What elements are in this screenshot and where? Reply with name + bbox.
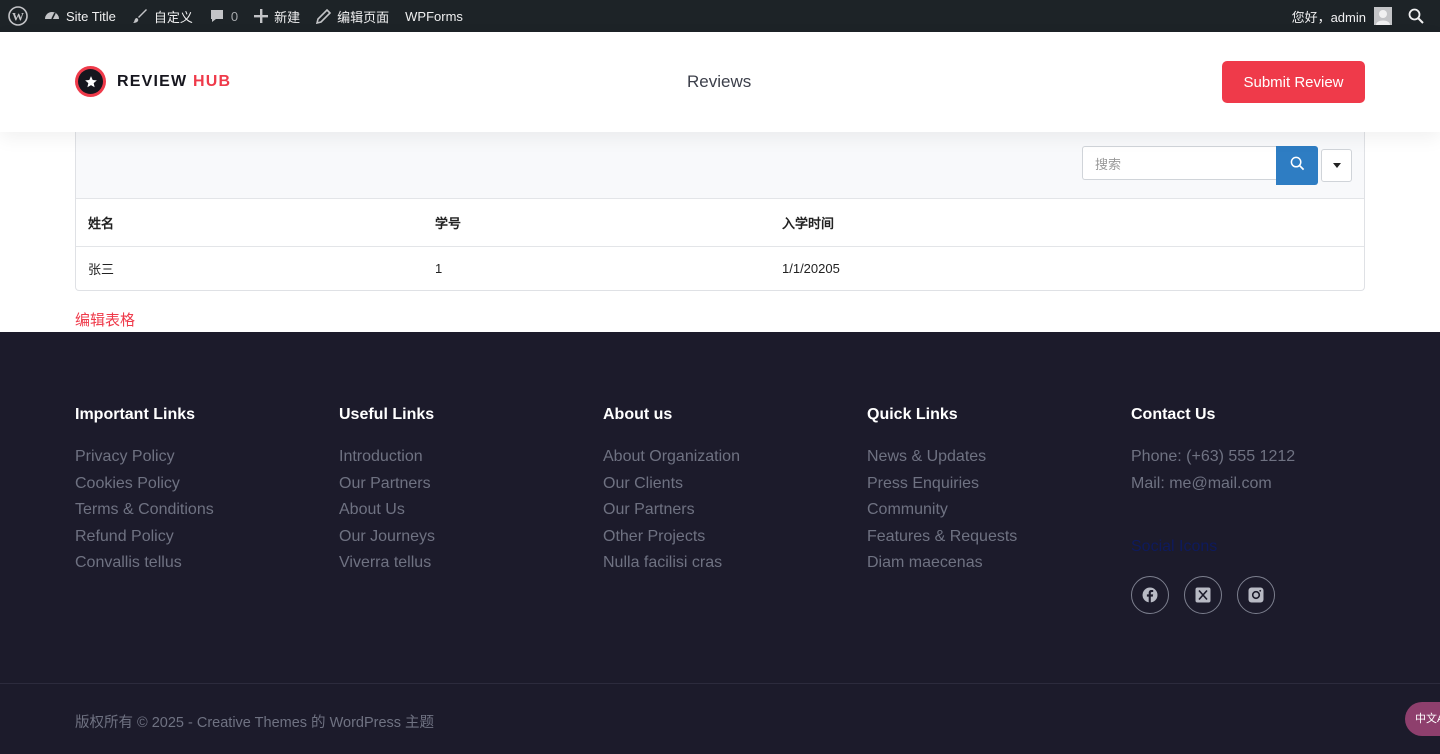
logo-accent: HUB <box>192 72 232 90</box>
table-toolbar: 搜索 <box>76 132 1364 199</box>
edit-page-label: 编辑页面 <box>337 9 390 25</box>
search-button[interactable] <box>1276 146 1318 185</box>
footer-heading: Important Links <box>75 406 196 423</box>
column-header-name[interactable]: 姓名 <box>76 213 423 232</box>
footer-link[interactable]: Viverra tellus <box>339 550 435 577</box>
table-cell: 1 <box>435 261 443 276</box>
footer-column-quick-links: Quick Links News & Updates Press Enquiri… <box>867 406 1017 577</box>
wordpress-logo-icon[interactable]: W <box>0 0 36 32</box>
admin-search-icon[interactable] <box>1400 0 1440 32</box>
star-logo-icon <box>75 66 106 97</box>
x-icon[interactable] <box>1184 576 1222 614</box>
translate-button[interactable]: 中文A <box>1405 702 1440 736</box>
footer-link[interactable]: Other Projects <box>603 524 740 551</box>
footer-column-contact-us: Contact Us Phone: (+63) 555 1212 Mail: m… <box>1131 406 1295 497</box>
footer-column-important-links: Important Links Privacy Policy Cookies P… <box>75 406 214 577</box>
table-search-input[interactable]: 搜索 <box>1082 146 1277 180</box>
footer-link[interactable]: Convallis tellus <box>75 550 214 577</box>
footer-link[interactable]: Introduction <box>339 444 435 471</box>
site-header: REVIEW HUB Reviews Submit Review <box>0 32 1440 132</box>
new-content-label: 新建 <box>274 9 301 25</box>
footer-link[interactable]: Nulla facilisi cras <box>603 550 740 577</box>
instagram-icon[interactable] <box>1237 576 1275 614</box>
data-table-panel: 搜索 姓名 学号 入学时间 张三 1 1/1/20205 <box>75 132 1365 291</box>
footer-link[interactable]: Our Clients <box>603 471 740 498</box>
columns-dropdown-button[interactable] <box>1321 149 1352 182</box>
avatar <box>1374 7 1392 25</box>
table-row: 张三 1 1/1/20205 <box>76 247 1364 290</box>
facebook-icon[interactable] <box>1131 576 1169 614</box>
footer-link[interactable]: Refund Policy <box>75 524 214 551</box>
contact-phone: Phone: (+63) 555 1212 <box>1131 448 1296 465</box>
footer-heading: Quick Links <box>867 406 958 423</box>
edit-table-link[interactable]: 编辑表格 <box>75 309 135 330</box>
table-cell: 张三 <box>88 262 115 277</box>
social-icons-heading: Social Icons <box>1131 538 1218 555</box>
footer-link[interactable]: Community <box>867 497 1017 524</box>
submit-review-button[interactable]: Submit Review <box>1222 61 1365 103</box>
logo-text: REVIEW HUB <box>117 73 231 91</box>
social-icons-row <box>1131 576 1275 614</box>
footer-link[interactable]: About Organization <box>603 444 740 471</box>
footer-link[interactable]: Our Partners <box>603 497 740 524</box>
wpforms-link[interactable]: WPForms <box>397 0 471 32</box>
copyright-text: 版权所有 © 2025 - Creative Themes 的 WordPres… <box>75 715 435 731</box>
nav-item-reviews[interactable]: Reviews <box>687 72 751 92</box>
column-header-student-id[interactable]: 学号 <box>423 213 770 232</box>
footer-link[interactable]: Cookies Policy <box>75 471 214 498</box>
footer-link[interactable]: About Us <box>339 497 435 524</box>
translate-icon: 中文A <box>1415 712 1440 725</box>
logo-word: REVIEW <box>117 72 188 90</box>
column-header-enroll-date[interactable]: 入学时间 <box>770 213 834 232</box>
comments-link[interactable]: 0 <box>201 0 246 32</box>
footer-heading: Useful Links <box>339 406 435 423</box>
my-account-link[interactable]: 您好，admin <box>1284 0 1400 32</box>
svg-text:W: W <box>12 10 24 24</box>
new-content-link[interactable]: 新建 <box>246 0 308 32</box>
comments-count: 0 <box>230 8 239 24</box>
site-footer: Important Links Privacy Policy Cookies P… <box>0 332 1440 754</box>
footer-link[interactable]: Features & Requests <box>867 524 1017 551</box>
footer-heading: Contact Us <box>1131 406 1216 423</box>
customize-link[interactable]: 自定义 <box>124 0 201 32</box>
footer-link[interactable]: Our Partners <box>339 471 435 498</box>
pencil-icon <box>316 8 332 24</box>
greeting-label: 您好，admin <box>1291 9 1366 25</box>
site-title-label: Site Title <box>66 8 116 24</box>
comment-icon <box>209 8 225 24</box>
table-header-row: 姓名 学号 入学时间 <box>76 199 1364 247</box>
footer-link[interactable]: Diam maecenas <box>867 550 1017 577</box>
search-icon <box>1290 156 1305 176</box>
footer-link[interactable]: Press Enquiries <box>867 471 1017 498</box>
footer-link[interactable]: Our Journeys <box>339 524 435 551</box>
footer-heading: About us <box>603 406 673 423</box>
site-logo[interactable]: REVIEW HUB <box>75 66 231 97</box>
contact-email[interactable]: Mail: me@mail.com <box>1131 471 1295 498</box>
footer-column-about-us: About us About Organization Our Clients … <box>603 406 740 577</box>
wpforms-label: WPForms <box>405 8 463 24</box>
footer-divider <box>0 683 1440 684</box>
caret-down-icon <box>1332 163 1341 168</box>
footer-link[interactable]: Terms & Conditions <box>75 497 214 524</box>
footer-column-useful-links: Useful Links Introduction Our Partners A… <box>339 406 435 577</box>
table-cell: 1/1/20205 <box>782 261 840 276</box>
footer-link[interactable]: News & Updates <box>867 444 1017 471</box>
brush-icon <box>132 8 148 24</box>
footer-link[interactable]: Privacy Policy <box>75 444 214 471</box>
site-title-link[interactable]: Site Title <box>36 0 124 32</box>
dashboard-icon <box>44 8 60 24</box>
edit-page-link[interactable]: 编辑页面 <box>308 0 397 32</box>
admin-bar: W Site Title 自定义 0 新建 编辑页面 WPForms 您好，ad… <box>0 0 1440 32</box>
plus-icon <box>254 9 269 23</box>
customize-label: 自定义 <box>153 9 193 25</box>
